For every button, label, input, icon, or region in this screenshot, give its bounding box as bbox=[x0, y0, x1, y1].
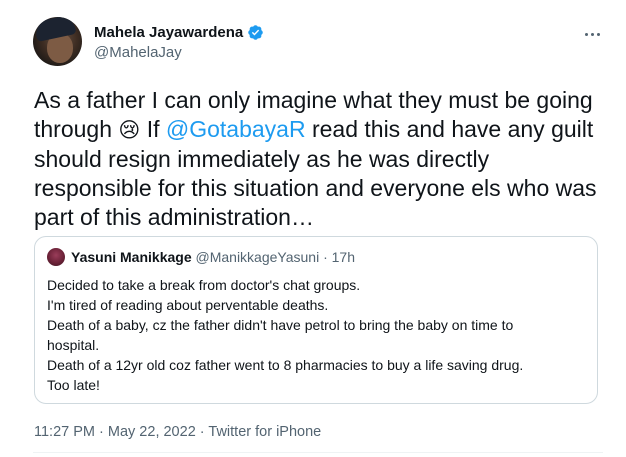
divider bbox=[33, 452, 603, 453]
tweet-text-part2: If bbox=[140, 116, 166, 142]
quoted-line: I'm tired of reading about perventable d… bbox=[47, 297, 329, 313]
tweet-source[interactable]: Twitter for iPhone bbox=[208, 424, 321, 440]
more-options-icon[interactable] bbox=[581, 27, 603, 41]
author-handle[interactable]: @MahelaJay bbox=[94, 44, 182, 61]
more-dot bbox=[596, 32, 600, 36]
author-name-row: Mahela Jayawardena bbox=[94, 24, 264, 41]
footer-separator: · bbox=[95, 424, 108, 440]
quoted-tweet[interactable]: Yasuni Manikkage @ManikkageYasuni · 17h … bbox=[34, 236, 598, 404]
quoted-time[interactable]: 17h bbox=[332, 249, 355, 265]
quoted-tweet-header: Yasuni Manikkage @ManikkageYasuni · 17h bbox=[71, 249, 355, 265]
quoted-line: Too late! bbox=[47, 377, 100, 393]
quoted-line: Death of a baby, cz the father didn't ha… bbox=[47, 317, 514, 333]
quoted-author-avatar[interactable] bbox=[47, 248, 65, 266]
author-name[interactable]: Mahela Jayawardena bbox=[94, 24, 243, 41]
crying-face-emoji: 😢 bbox=[118, 119, 141, 142]
tweet-card: Mahela Jayawardena @MahelaJay As a fathe… bbox=[0, 0, 626, 457]
quoted-author-handle[interactable]: @ManikkageYasuni bbox=[196, 249, 320, 265]
tweet-time[interactable]: 11:27 PM bbox=[34, 424, 95, 440]
more-dot bbox=[590, 32, 594, 36]
quoted-separator: · bbox=[319, 249, 332, 265]
author-avatar[interactable] bbox=[33, 17, 82, 66]
verified-badge-icon bbox=[248, 25, 264, 40]
tweet-footer: 11:27 PM · May 22, 2022 · Twitter for iP… bbox=[34, 424, 321, 440]
quoted-line: Decided to take a break from doctor's ch… bbox=[47, 277, 361, 293]
quoted-tweet-text: Decided to take a break from doctor's ch… bbox=[47, 275, 587, 395]
quoted-line: Death of a 12yr old coz father went to 8… bbox=[47, 357, 524, 373]
tweet-text: As a father I can only imagine what they… bbox=[34, 86, 609, 232]
quoted-line: hospital. bbox=[47, 337, 100, 353]
footer-separator: · bbox=[195, 424, 209, 440]
tweet-date[interactable]: May 22, 2022 bbox=[108, 424, 196, 440]
mention-link[interactable]: @GotabayaR bbox=[166, 116, 306, 142]
quoted-author-name[interactable]: Yasuni Manikkage bbox=[71, 249, 192, 265]
more-dot bbox=[584, 32, 588, 36]
